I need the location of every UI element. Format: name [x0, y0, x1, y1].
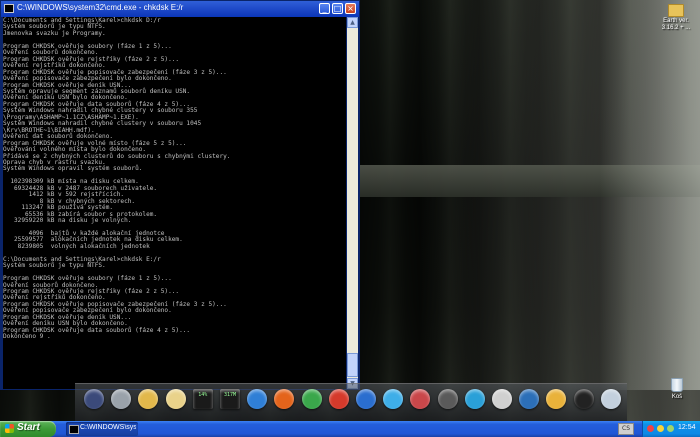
- memory-meter-icon[interactable]: 317M: [217, 386, 243, 416]
- console-output-area[interactable]: C:\Documents and Settings\Karel>chkdsk D…: [3, 17, 346, 389]
- toolbox-glyph: [410, 389, 431, 409]
- console-line: 32959220 kB na disku je volných.: [14, 217, 132, 225]
- ccleaner-icon[interactable]: [353, 386, 379, 416]
- scrollbar-thumb[interactable]: [347, 353, 358, 377]
- folder-icon[interactable]: [135, 386, 161, 416]
- google-earth-icon[interactable]: [516, 386, 542, 416]
- taskbar: Start C:\WINDOWS\syste... CS 12:54: [0, 421, 700, 437]
- desktop-icon-recycle-bin[interactable]: Koš: [662, 378, 692, 401]
- cmd-window[interactable]: C:\WINDOWS\system32\cmd.exe - chkdsk E:/…: [0, 0, 360, 390]
- skype-icon[interactable]: [380, 386, 406, 416]
- sun-weather-icon[interactable]: [543, 386, 569, 416]
- windows-logo-icon: [5, 424, 14, 433]
- taskbar-button-label: C:\WINDOWS\syste...: [80, 424, 136, 431]
- opera-icon[interactable]: [326, 386, 352, 416]
- network-icon[interactable]: [667, 425, 674, 432]
- recycle-bin-icon[interactable]: [598, 386, 624, 416]
- language-indicator[interactable]: CS: [618, 423, 634, 435]
- nexus-icon[interactable]: [81, 386, 107, 416]
- taskbar-button-cmd[interactable]: C:\WINDOWS\syste...: [66, 422, 138, 436]
- google-earth-glyph: [519, 389, 540, 409]
- owl-icon[interactable]: [435, 386, 461, 416]
- internet-explorer-glyph: [247, 389, 268, 409]
- skype-glyph: [383, 389, 404, 409]
- desktop-icon-earth[interactable]: Earth ver. 3.16.2 + ...: [656, 4, 696, 32]
- clock: 12:54: [678, 424, 696, 431]
- minimize-button[interactable]: _: [319, 3, 330, 14]
- media-player-icon[interactable]: [462, 386, 488, 416]
- chrome-icon[interactable]: [299, 386, 325, 416]
- cmd-icon: [69, 425, 79, 434]
- clock-glyph: [573, 389, 594, 409]
- solitaire-icon[interactable]: [489, 386, 515, 416]
- wallpaper-light: [600, 0, 700, 390]
- weather-icon[interactable]: [163, 386, 189, 416]
- firefox-icon[interactable]: [271, 386, 297, 416]
- cmd-icon[interactable]: [4, 4, 14, 13]
- console-line: Systém Windows opravil systém souborů.: [3, 165, 143, 173]
- close-button[interactable]: ×: [345, 3, 356, 14]
- folder-icon: [668, 4, 684, 17]
- nexus-glyph: [84, 389, 104, 409]
- media-player-glyph: [464, 389, 485, 409]
- volume-icon[interactable]: [657, 425, 664, 432]
- weather-glyph: [165, 389, 186, 409]
- window-titlebar[interactable]: C:\WINDOWS\system32\cmd.exe - chkdsk E:/…: [1, 1, 359, 17]
- internet-explorer-icon[interactable]: [244, 386, 270, 416]
- console-text: C:\Documents and Settings\Karel>chkdsk D…: [3, 17, 346, 341]
- owl-glyph: [437, 389, 458, 409]
- console-line: 8239805 volných alokačních jednotek: [17, 242, 150, 250]
- start-button[interactable]: Start: [0, 421, 56, 437]
- window-title: C:\WINDOWS\system32\cmd.exe - chkdsk E:/…: [17, 3, 184, 12]
- firefox-glyph: [274, 389, 295, 409]
- dock-item-label: 14%: [198, 392, 208, 398]
- maximize-button[interactable]: □: [332, 3, 343, 14]
- scroll-up-icon[interactable]: ▲: [347, 17, 358, 28]
- vertical-scrollbar[interactable]: ▲ ▼: [347, 17, 358, 389]
- dock-item-label: 317M: [223, 392, 237, 398]
- system-tray: 12:54: [642, 421, 700, 437]
- folder-glyph: [138, 389, 159, 409]
- recycle-bin-icon: [671, 378, 683, 392]
- toolbox-icon[interactable]: [407, 386, 433, 416]
- solitaire-glyph: [492, 389, 512, 409]
- ccleaner-glyph: [356, 389, 376, 409]
- chrome-glyph: [301, 389, 322, 409]
- cpu-meter-icon[interactable]: 14%: [190, 386, 216, 416]
- console-line: Jmenovka svazku je Programy.: [3, 29, 106, 37]
- recycle-bin-glyph: [600, 389, 621, 409]
- console-line: Systém souborů je typu NTFS.: [3, 262, 106, 270]
- dock-bar: 14% 317M: [75, 383, 627, 422]
- console-line: Dokončeno 9 .: [3, 333, 51, 341]
- sun-weather-glyph: [546, 389, 567, 409]
- antivirus-icon[interactable]: [647, 425, 654, 432]
- scanner-icon[interactable]: [108, 386, 134, 416]
- clock-icon[interactable]: [571, 386, 597, 416]
- opera-glyph: [328, 389, 349, 409]
- scanner-glyph: [111, 389, 132, 409]
- start-label: Start: [17, 422, 40, 433]
